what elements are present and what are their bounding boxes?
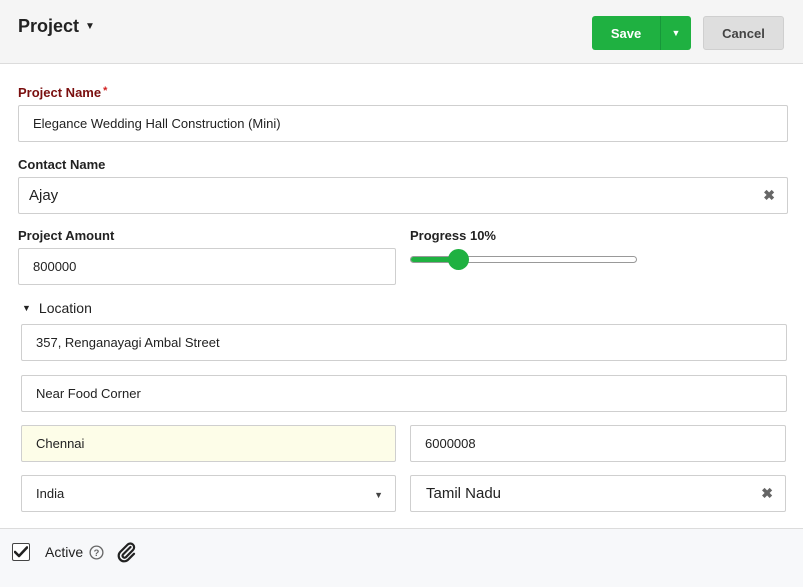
caret-down-icon: ▼ — [85, 21, 95, 32]
project-title-dropdown[interactable]: Project ▼ — [18, 16, 95, 37]
progress-slider[interactable] — [410, 249, 637, 270]
required-marker: * — [103, 85, 108, 97]
country-select[interactable]: India ▼ — [21, 475, 396, 512]
cancel-button[interactable]: Cancel — [703, 16, 784, 50]
paperclip-icon[interactable] — [116, 541, 136, 563]
street2-input[interactable]: Near Food Corner — [21, 375, 787, 412]
svg-text:?: ? — [94, 548, 100, 558]
save-button-group: Save ▼ — [592, 16, 691, 50]
question-circle-icon[interactable]: ? — [89, 545, 104, 560]
project-name-value: Elegance Wedding Hall Construction (Mini… — [33, 116, 281, 131]
caret-down-icon: ▼ — [374, 490, 383, 500]
checkmark-icon — [14, 546, 28, 558]
state-select[interactable]: Tamil Nadu ✖ — [410, 475, 786, 512]
location-section-label: Location — [38, 300, 92, 316]
street1-input[interactable]: 357, Renganayagi Ambal Street — [21, 324, 787, 361]
project-amount-label: Project Amount — [18, 228, 115, 243]
project-name-label: Project Name * — [18, 85, 108, 100]
contact-name-value: Ajay — [29, 187, 59, 204]
form-footer: Active ? — [0, 528, 803, 587]
triangle-down-icon: ▼ — [22, 303, 31, 313]
active-label: Active — [45, 544, 84, 560]
project-amount-value: 800000 — [33, 259, 77, 274]
contact-name-select[interactable]: Ajay ✖ — [18, 177, 788, 214]
location-section-toggle[interactable]: ▼ Location — [22, 300, 92, 316]
country-value: India — [36, 486, 65, 501]
street1-value: 357, Renganayagi Ambal Street — [36, 335, 220, 350]
project-amount-input[interactable]: 800000 — [18, 248, 396, 285]
progress-slider-handle[interactable] — [448, 249, 469, 270]
page-title: Project — [18, 16, 80, 36]
city-value: Chennai — [36, 436, 85, 451]
postal-code-value: 6000008 — [425, 436, 476, 451]
contact-name-label: Contact Name — [18, 157, 106, 172]
progress-label: Progress 10% — [410, 228, 496, 243]
project-name-input[interactable]: Elegance Wedding Hall Construction (Mini… — [18, 105, 788, 142]
close-icon[interactable]: ✖ — [761, 485, 773, 502]
save-options-button[interactable]: ▼ — [660, 16, 691, 50]
active-checkbox[interactable] — [12, 543, 30, 561]
close-icon[interactable]: ✖ — [763, 187, 775, 204]
state-value: Tamil Nadu — [426, 485, 502, 502]
postal-code-input[interactable]: 6000008 — [410, 425, 786, 462]
city-input[interactable]: Chennai — [21, 425, 396, 462]
caret-down-icon: ▼ — [671, 28, 681, 38]
save-button[interactable]: Save — [592, 16, 660, 50]
street2-value: Near Food Corner — [36, 386, 141, 401]
form-header: Project ▼ Save ▼ Cancel — [0, 0, 803, 64]
